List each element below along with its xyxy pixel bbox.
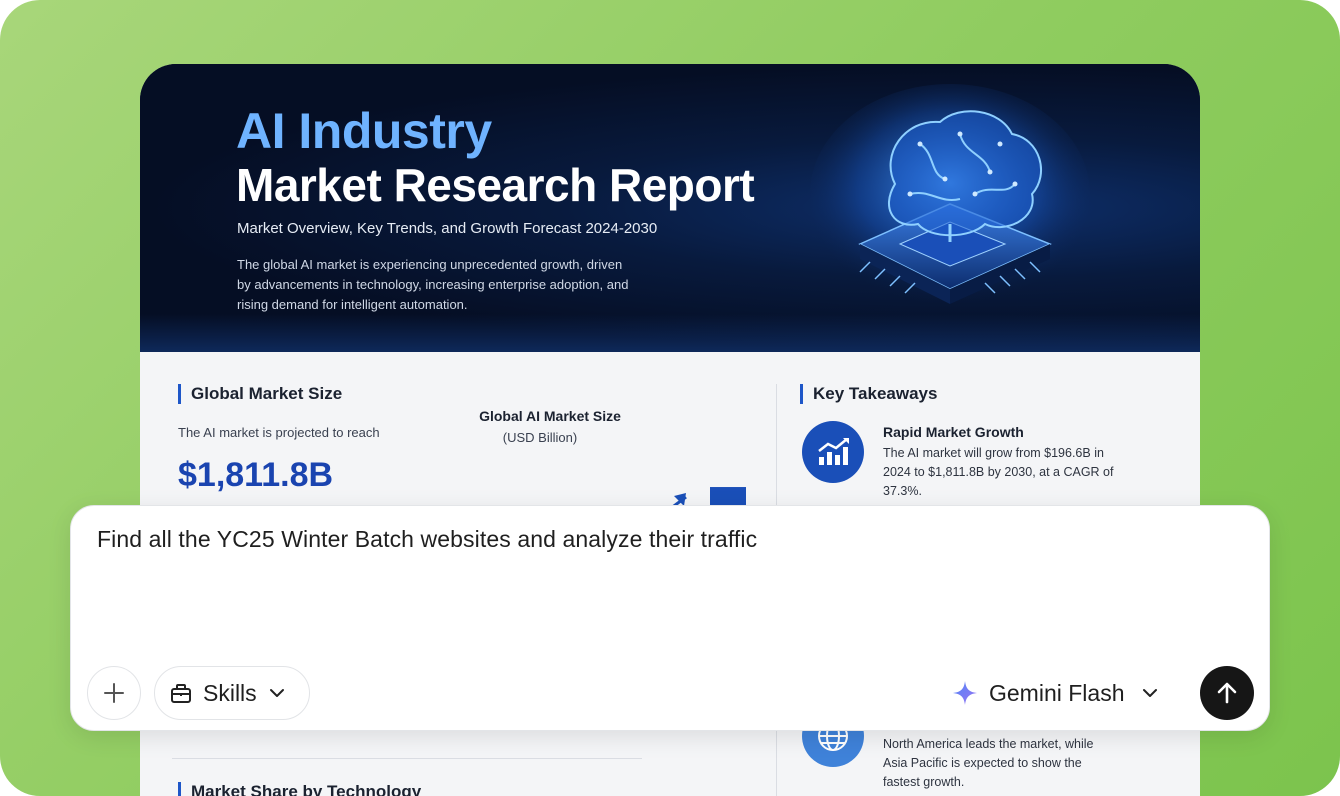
model-selector[interactable]: Gemini Flash (951, 666, 1171, 720)
add-button[interactable] (87, 666, 141, 720)
prompt-composer: Find all the YC25 Winter Batch websites … (70, 505, 1270, 731)
briefcase-icon (171, 684, 191, 703)
market-size-value: $1,811.8B (178, 456, 334, 494)
app-background: AI Industry Market Research Report Marke… (0, 0, 1340, 796)
report-hero: AI Industry Market Research Report Marke… (140, 64, 1200, 352)
takeaway-region-body: North America leads the market, while As… (883, 737, 1094, 789)
send-button[interactable] (1200, 666, 1254, 720)
report-title-line2: Market Research Report (236, 159, 755, 211)
chevron-down-icon (269, 689, 284, 697)
report-subtitle: Market Overview, Key Trends, and Growth … (237, 220, 658, 237)
key-takeaways-heading: Key Takeaways (800, 384, 937, 404)
hero-grid-floor (140, 314, 1200, 352)
chart-growth-icon (802, 421, 864, 483)
skills-button[interactable]: Skills (154, 666, 310, 720)
skills-label: Skills (203, 679, 257, 706)
market-size-intro: The AI market is projected to reach (178, 425, 380, 440)
takeaway-body: The AI market will grow from $196.6B in … (883, 446, 1114, 498)
chevron-down-icon (1143, 689, 1158, 697)
brain-chip-illustration (810, 84, 1090, 304)
model-label: Gemini Flash (989, 679, 1125, 706)
takeaway-title: Rapid Market Growth (883, 424, 1024, 440)
global-market-size-heading: Global Market Size (178, 384, 342, 404)
section-divider (172, 758, 642, 759)
market-share-heading: Market Share by Technology (178, 782, 421, 796)
plus-icon (104, 683, 124, 703)
market-size-chart: $1,811.8B$1,073.7B (666, 487, 746, 510)
sparkle-icon (953, 681, 977, 705)
prompt-input[interactable]: Find all the YC25 Winter Batch websites … (97, 526, 757, 553)
report-title-line1: AI Industry (236, 103, 492, 159)
report-description: The global AI market is experiencing unp… (237, 257, 629, 312)
arrow-up-icon (1217, 682, 1237, 704)
